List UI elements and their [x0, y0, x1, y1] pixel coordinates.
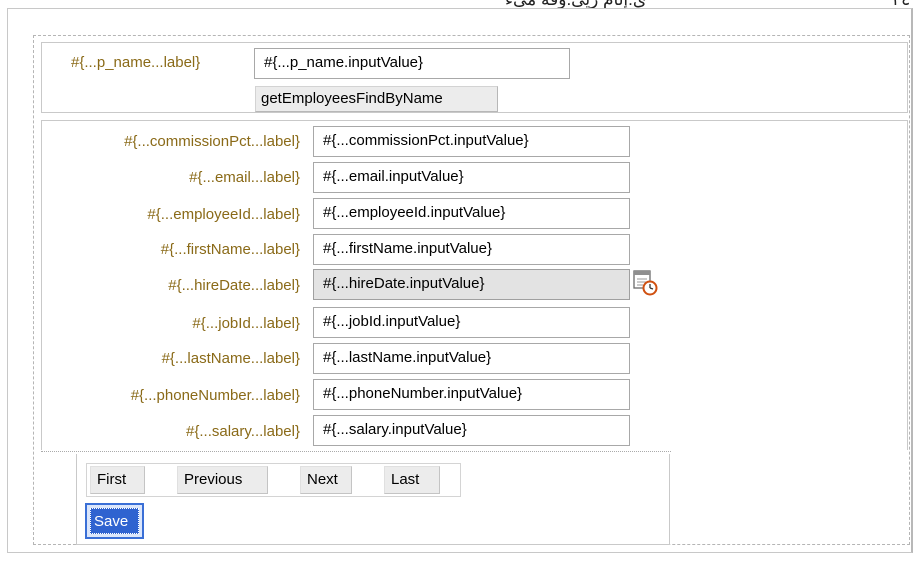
first-name-input[interactable]: #{...firstName.inputValue} — [313, 234, 630, 265]
save-button-label: Save — [90, 508, 139, 534]
commission-pct-input[interactable]: #{...commissionPct.inputValue} — [313, 126, 630, 157]
first-button[interactable]: First — [90, 466, 145, 494]
employee-id-input[interactable]: #{...employeeId.inputValue} — [313, 198, 630, 229]
email-input[interactable]: #{...email.inputValue} — [313, 162, 630, 193]
email-label: #{...email...label} — [189, 169, 300, 186]
salary-input[interactable]: #{...salary.inputValue} — [313, 415, 630, 446]
calendar-clock-icon[interactable] — [631, 268, 661, 298]
phone-number-label: #{...phoneNumber...label} — [130, 387, 300, 404]
save-button[interactable]: Save — [85, 503, 144, 539]
last-button[interactable]: Last — [384, 466, 440, 494]
phone-number-input[interactable]: #{...phoneNumber.inputValue} — [313, 379, 630, 410]
hire-date-label: #{...hireDate...label} — [168, 277, 300, 294]
previous-button[interactable]: Previous — [177, 466, 268, 494]
first-name-label: #{...firstName...label} — [160, 241, 300, 258]
search-name-label: #{...p_name...label} — [71, 54, 201, 71]
job-id-label: #{...jobId...label} — [192, 315, 300, 332]
job-id-input[interactable]: #{...jobId.inputValue} — [313, 307, 630, 338]
salary-label: #{...salary...label} — [186, 423, 300, 440]
commission-pct-label: #{...commissionPct...label} — [124, 133, 300, 150]
search-name-input[interactable]: #{...p_name.inputValue} — [254, 48, 570, 79]
employee-id-label: #{...employeeId...label} — [147, 206, 300, 223]
last-name-input[interactable]: #{...lastName.inputValue} — [313, 343, 630, 374]
hire-date-input[interactable]: #{...hireDate.inputValue} — [313, 269, 630, 300]
section-divider — [41, 451, 671, 452]
find-by-name-button[interactable]: getEmployeesFindByName — [255, 86, 498, 112]
last-name-label: #{...lastName...label} — [161, 350, 300, 367]
next-button[interactable]: Next — [300, 466, 352, 494]
page-canvas: ی.إنام ریی.وقة میء ۲٤ #{...p_name...labe… — [0, 0, 922, 562]
